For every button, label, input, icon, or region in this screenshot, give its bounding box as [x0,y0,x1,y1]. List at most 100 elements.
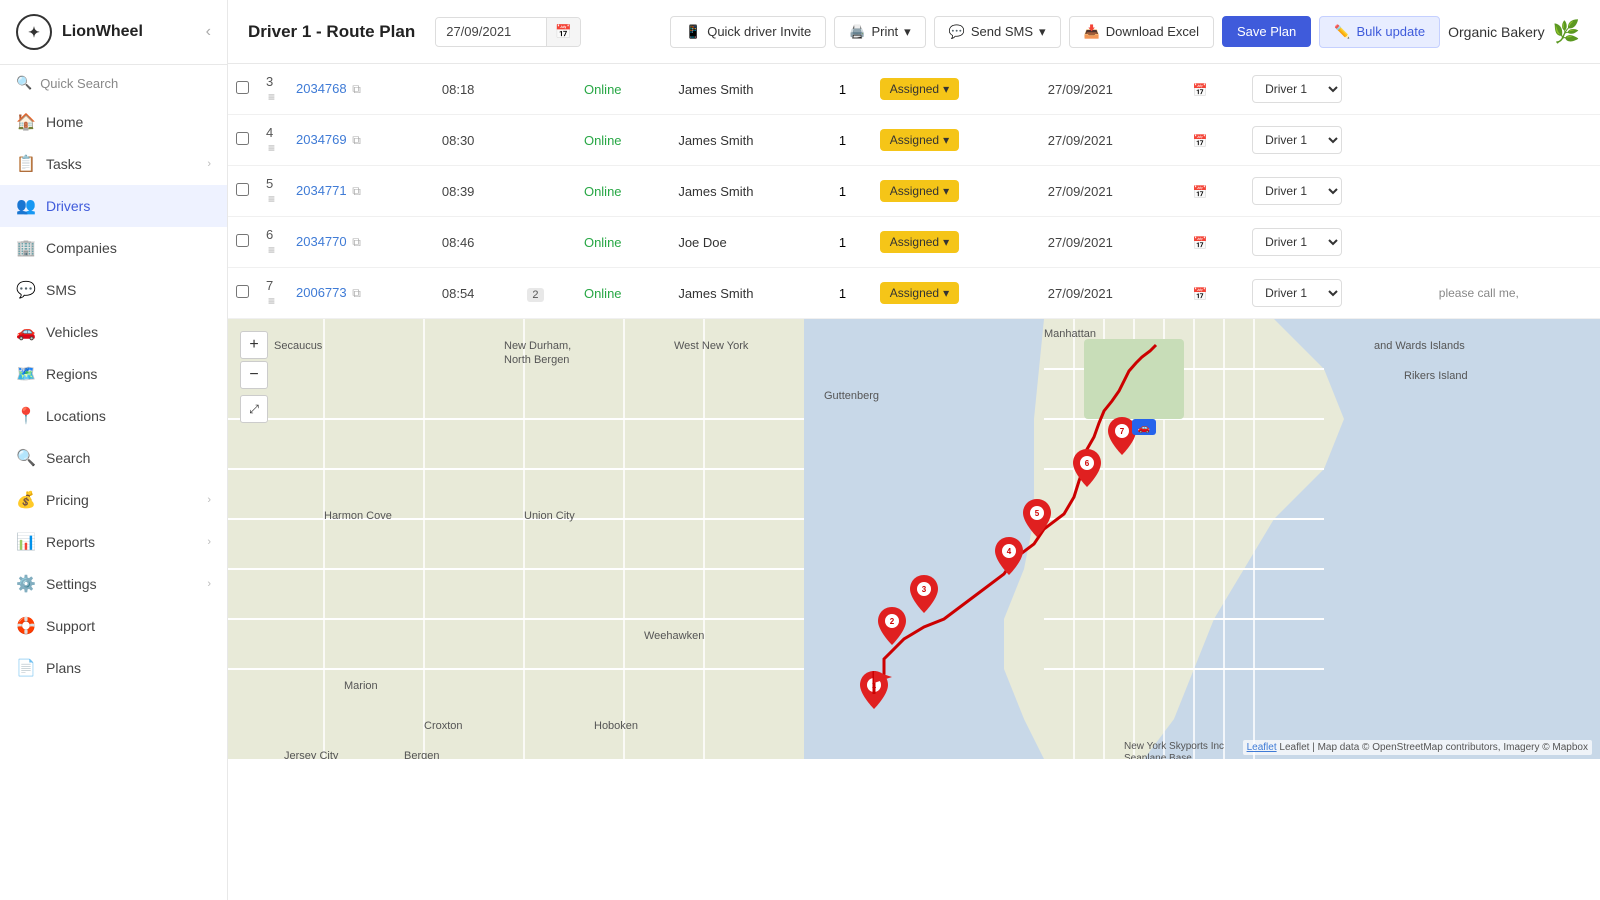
edit-icon: ✏️ [1334,24,1350,40]
sidebar-item-tasks[interactable]: 📋 Tasks › [0,143,227,185]
table-row: 3 ≡ 2034768 ⧉ 08:18 Online James Smith 1… [228,64,1600,115]
assigned-cell: Assigned ▾ [872,217,1040,268]
sidebar-item-label: Home [46,114,211,130]
order-link-3[interactable]: 2034770 [296,234,347,249]
vehicles-icon: 🚗 [16,322,36,342]
qty-cell: 1 [831,115,872,166]
order-link-0[interactable]: 2034768 [296,81,347,96]
date-picker[interactable]: 📅 [435,17,581,47]
svg-text:2: 2 [890,617,895,626]
driver-select-3[interactable]: Driver 1 [1252,228,1342,256]
svg-text:New Durham,: New Durham, [504,340,571,352]
reports-icon: 📊 [16,532,36,552]
sms-chevron-icon: ▾ [1039,24,1046,40]
sidebar-item-regions[interactable]: 🗺️ Regions [0,353,227,395]
sidebar-item-label: Support [46,618,211,634]
send-sms-button[interactable]: 💬 Send SMS ▾ [934,16,1061,48]
sidebar-item-label: Plans [46,660,211,676]
sidebar-item-plans[interactable]: 📄 Plans [0,647,227,689]
row-number: 7 ≡ [258,268,288,319]
sidebar-item-locations[interactable]: 📍 Locations [0,395,227,437]
order-link-2[interactable]: 2034771 [296,183,347,198]
date-cell: 27/09/2021 [1040,166,1183,217]
packages-cell [519,217,576,268]
zoom-in-button[interactable]: + [240,331,268,359]
sidebar-item-vehicles[interactable]: 🚗 Vehicles [0,311,227,353]
calendar-icon: 📅 [1193,134,1208,148]
cal-icon-cell: 📅 [1183,64,1245,115]
svg-text:Marion: Marion [344,680,378,692]
drag-icon: ≡ [268,294,275,308]
assigned-chevron-icon: ▾ [943,235,949,249]
date-cell: 27/09/2021 [1040,64,1183,115]
assigned-badge-0[interactable]: Assigned ▾ [880,78,959,100]
print-icon: 🖨️ [849,24,865,40]
assigned-badge-1[interactable]: Assigned ▾ [880,129,959,151]
leaflet-link[interactable]: Leaflet [1247,742,1277,753]
assigned-badge-3[interactable]: Assigned ▾ [880,231,959,253]
sidebar-item-companies[interactable]: 🏢 Companies [0,227,227,269]
topbar-actions: 📱 Quick driver Invite 🖨️ Print ▾ 💬 Send … [670,16,1580,48]
date-cell: 27/09/2021 [1040,268,1183,319]
svg-text:Weehawken: Weehawken [644,630,704,642]
row-number: 6 ≡ [258,217,288,268]
search-icon: 🔍 [16,448,36,468]
sidebar-item-home[interactable]: 🏠 Home [0,101,227,143]
map-controls: + − ⤢ [240,331,268,423]
quick-search-button[interactable]: 🔍 Quick Search [0,65,227,101]
org-icon: 🌿 [1553,19,1580,45]
save-plan-button[interactable]: Save Plan [1222,16,1311,47]
customer-name-cell: James Smith [670,268,831,319]
order-link-4[interactable]: 2006773 [296,285,347,300]
driver-select-1[interactable]: Driver 1 [1252,126,1342,154]
driver-select-0[interactable]: Driver 1 [1252,75,1342,103]
logo-icon: ✦ [16,14,52,50]
svg-text:Jersey City: Jersey City [284,750,339,759]
assigned-badge-2[interactable]: Assigned ▾ [880,180,959,202]
sidebar-item-support[interactable]: 🛟 Support [0,605,227,647]
order-id-cell: 2034769 ⧉ [288,115,434,166]
driver-select-4[interactable]: Driver 1 [1252,279,1342,307]
bulk-update-button[interactable]: ✏️ Bulk update [1319,16,1440,48]
assigned-cell: Assigned ▾ [872,268,1040,319]
sidebar-item-reports[interactable]: 📊 Reports › [0,521,227,563]
row-checkbox-3[interactable] [236,234,249,247]
svg-text:🚗: 🚗 [1138,423,1150,434]
row-checkbox-0[interactable] [236,81,249,94]
search-icon: 🔍 [16,75,32,91]
sidebar-item-search[interactable]: 🔍 Search [0,437,227,479]
order-link-1[interactable]: 2034769 [296,132,347,147]
chevron-right-icon: › [207,158,211,170]
date-input[interactable] [436,18,546,45]
sidebar-item-label: SMS [46,282,211,298]
notes-cell [1431,64,1600,115]
fullscreen-button[interactable]: ⤢ [240,395,268,423]
sidebar-collapse-button[interactable]: ‹ [206,23,211,41]
svg-text:Union City: Union City [524,510,575,522]
assigned-badge-4[interactable]: Assigned ▾ [880,282,959,304]
copy-icon: ⧉ [352,235,361,249]
sidebar-item-pricing[interactable]: 💰 Pricing › [0,479,227,521]
org-name: Organic Bakery [1448,24,1544,40]
sidebar-item-label: Regions [46,366,211,382]
calendar-button[interactable]: 📅 [546,18,580,46]
driver-select-2[interactable]: Driver 1 [1252,177,1342,205]
row-checkbox-1[interactable] [236,132,249,145]
row-checkbox-cell [228,268,258,319]
row-checkbox-cell [228,166,258,217]
row-checkbox-2[interactable] [236,183,249,196]
print-button[interactable]: 🖨️ Print ▾ [834,16,925,48]
quick-driver-invite-button[interactable]: 📱 Quick driver Invite [670,16,826,48]
cal-icon-cell: 📅 [1183,115,1245,166]
sidebar-item-sms[interactable]: 💬 SMS [0,269,227,311]
time-cell: 08:39 [434,166,520,217]
qty-cell: 1 [831,166,872,217]
sidebar-item-drivers[interactable]: 👥 Drivers [0,185,227,227]
download-excel-button[interactable]: 📥 Download Excel [1069,16,1214,48]
row-checkbox-4[interactable] [236,285,249,298]
drag-icon: ≡ [268,192,275,206]
packages-badge: 2 [527,288,543,302]
zoom-out-button[interactable]: − [240,361,268,389]
svg-text:3: 3 [922,585,927,594]
sidebar-item-settings[interactable]: ⚙️ Settings › [0,563,227,605]
